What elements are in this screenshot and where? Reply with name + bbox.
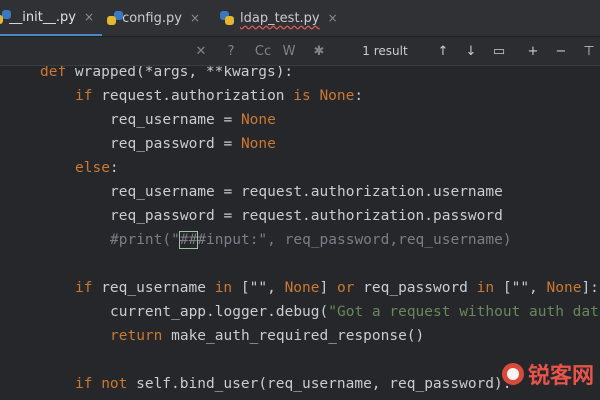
tab-label: __init__.py [9, 9, 76, 25]
filter-icon[interactable]: ✱ [310, 37, 328, 65]
tab-ldap-test-py[interactable]: ldap_test.py × [212, 0, 352, 36]
editor-tab-bar: __init__.py × config.py × ldap_test.py × [0, 0, 600, 37]
code-token: is None [293, 88, 355, 104]
code-line: #print("###input:", req_password,req_use… [110, 228, 512, 252]
python-file-icon [0, 10, 11, 24]
code-token: def [40, 66, 75, 80]
code-token: "Got a request without auth data [328, 304, 600, 320]
code-token: None [240, 136, 276, 152]
code-token: None [284, 280, 320, 296]
tab-label: ldap_test.py [240, 10, 320, 26]
tab-label: config.py [122, 10, 182, 26]
code-token: make_auth_required_response() [171, 328, 425, 344]
down-arrow-icon[interactable]: ↓ [462, 37, 480, 65]
code-token: if [75, 88, 102, 104]
case-icon[interactable]: Cc [252, 37, 274, 65]
remove-selection-icon[interactable]: − [552, 37, 570, 65]
regex-icon[interactable]: ? [222, 37, 240, 65]
code-line: if req_username in ["", None] or req_pas… [75, 276, 599, 300]
add-selection-icon[interactable]: + [524, 37, 542, 65]
code-token: req_username = [110, 112, 241, 128]
code-token: in [214, 280, 241, 296]
close-icon[interactable]: × [84, 10, 94, 24]
code-line: def wrapped(*args, **kwargs): [40, 66, 293, 84]
code-token: ## [178, 231, 199, 249]
close-icon[interactable]: ✕ [192, 37, 210, 65]
code-line: req_username = request.authorization.use… [110, 180, 503, 204]
code-line: req_username = None [110, 108, 276, 132]
code-token: req_password = [110, 136, 241, 152]
code-token: req_username = request.authorization.use… [110, 184, 503, 200]
code-token: self.bind_user(req_username, req_passwor… [136, 376, 512, 392]
code-token: #input:", req_password,req_username) [197, 232, 512, 248]
code-token: return [110, 328, 172, 344]
code-token: : [109, 160, 119, 176]
code-token: ]: [581, 280, 599, 296]
filter-icon[interactable]: ⊤ [580, 37, 598, 65]
code-token: request.authorization [101, 88, 294, 104]
code-token: None [240, 112, 276, 128]
word-icon[interactable]: W [280, 37, 298, 65]
python-file-icon [107, 11, 123, 25]
code-token: if not [75, 376, 137, 392]
code-token: else [75, 160, 110, 176]
code-token: ["", [240, 280, 285, 296]
watermark-logo-icon [501, 363, 524, 385]
code-line: current_app.logger.debug("Got a request … [110, 300, 600, 324]
result-count: 1 result [362, 44, 408, 58]
code-token: req_password = request.authorization.pas… [110, 208, 503, 224]
close-icon[interactable]: × [190, 11, 200, 25]
code-token: req_username [101, 280, 215, 296]
code-token: if [75, 280, 102, 296]
tab-init-py[interactable]: __init__.py × [0, 0, 102, 36]
code-line: req_password = None [110, 132, 276, 156]
code-line: if request.authorization is None: [75, 84, 363, 108]
tab-config-py[interactable]: config.py × [106, 0, 208, 36]
code-token: wrapped(*args, **kwargs): [74, 66, 294, 80]
select-all-icon[interactable]: ▭ [490, 37, 508, 65]
python-file-icon [220, 11, 234, 25]
code-token: ["", [502, 280, 547, 296]
code-line: if not self.bind_user(req_username, req_… [75, 372, 512, 396]
find-bar: ✕ ? Cc W ✱ 1 result ↑ ↓ ▭ + − ⊤ [0, 37, 600, 66]
code-token: ] [319, 280, 337, 296]
code-token: None [546, 280, 582, 296]
code-line: return make_auth_required_response() [110, 324, 424, 348]
code-line: else: [75, 156, 119, 180]
code-token: : [354, 88, 364, 104]
code-token: current_app.logger.debug( [110, 304, 329, 320]
code-token: in [476, 280, 503, 296]
code-line: req_password = request.authorization.pas… [110, 204, 503, 228]
code-token: req_password [363, 280, 477, 296]
watermark: 锐客网 [501, 360, 594, 389]
code-token: #print(" [110, 232, 180, 248]
close-icon[interactable]: × [328, 11, 338, 25]
code-editor[interactable]: def wrapped(*args, **kwargs): if request.… [0, 66, 600, 400]
code-token: or [336, 280, 364, 296]
watermark-text: 锐客网 [527, 364, 594, 389]
up-arrow-icon[interactable]: ↑ [434, 37, 452, 65]
